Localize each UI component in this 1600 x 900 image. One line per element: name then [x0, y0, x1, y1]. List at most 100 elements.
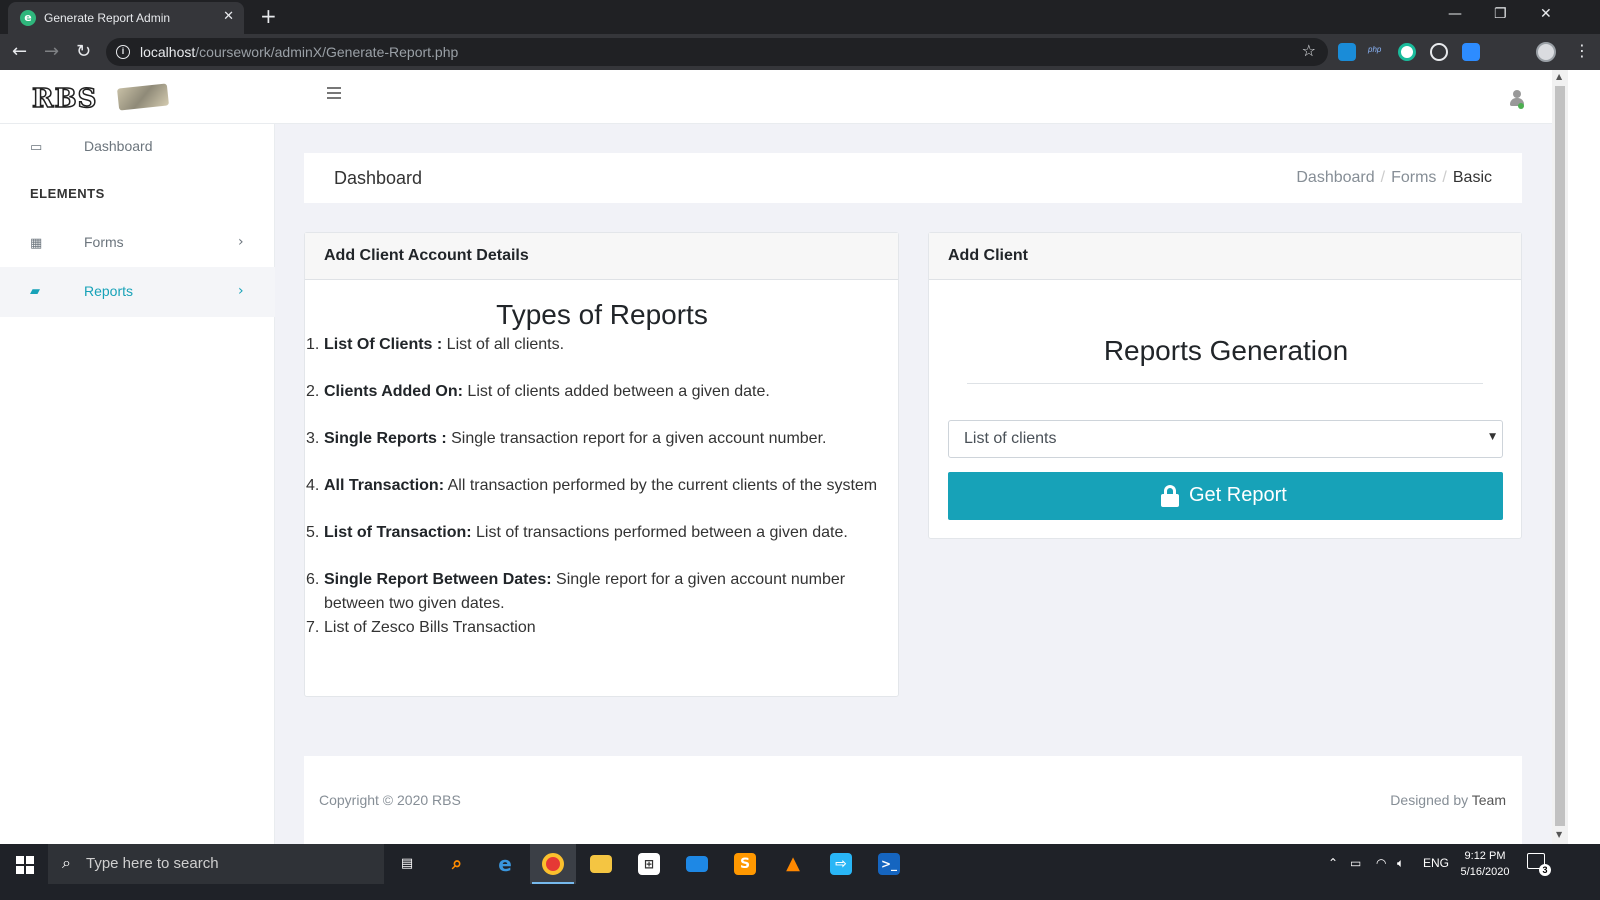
chrome-app-icon[interactable] [530, 844, 576, 884]
sidebar-item-label: Reports [84, 283, 134, 299]
browser-titlebar: e Generate Report Admin ✕ + — ❐ ✕ [0, 0, 1600, 34]
list-item: 1. List Of Clients : List of all clients. [306, 336, 565, 353]
list-item: 6. Single Report Between Dates: Single re… [306, 571, 846, 612]
account-details-card: Add Client Account Details Types of Repo… [304, 232, 899, 697]
card-header-title: Add Client [948, 247, 1028, 264]
grid-icon: ▦ [30, 236, 43, 251]
user-profile-icon[interactable] [1510, 90, 1524, 109]
tab-close-icon[interactable]: ✕ [223, 9, 234, 24]
notification-count-badge: 3 [1539, 864, 1551, 876]
hamburger-menu-icon[interactable] [327, 87, 341, 102]
edge-app-icon[interactable]: e [482, 844, 528, 884]
site-info-icon[interactable]: i [116, 45, 130, 59]
reports-generation-heading: Reports Generation [1103, 335, 1349, 366]
sidebar-item-dashboard[interactable]: ▭ Dashboard [0, 124, 275, 172]
browser-toolbar: ← → ↻ i localhost/coursework/adminX/Gene… [0, 34, 1600, 70]
restore-icon[interactable]: ❐ [1494, 6, 1507, 22]
extension-php-icon[interactable]: php [1368, 45, 1381, 54]
taskbar-search-box[interactable]: ⌕ Type here to search [48, 844, 384, 884]
store-app-icon[interactable]: ⊞ [626, 844, 672, 884]
url-text: localhost/coursework/adminX/Generate-Rep… [140, 44, 458, 60]
scroll-up-arrow-icon[interactable]: ▲ [1556, 72, 1562, 81]
language-indicator[interactable]: ENG [1423, 856, 1449, 870]
url-host: localhost [140, 44, 196, 60]
address-bar[interactable]: i localhost/coursework/adminX/Generate-R… [106, 38, 1328, 66]
breadcrumb-link-forms[interactable]: Forms [1391, 169, 1436, 186]
get-report-button[interactable]: Get Report [948, 472, 1503, 520]
extension-zoom-icon[interactable] [1462, 43, 1480, 61]
battery-icon[interactable]: ▭ [1350, 856, 1361, 870]
profile-avatar[interactable] [1536, 42, 1556, 62]
scrollbar-thumb[interactable] [1555, 86, 1565, 826]
types-of-reports-heading: Types of Reports [496, 299, 708, 330]
task-view-icon[interactable]: ▤ [384, 844, 430, 884]
page-scrollbar[interactable]: ▲ ▼ [1552, 70, 1568, 844]
breadcrumb-current: Basic [1452, 169, 1492, 186]
report-types-list: 1. List Of Clients : List of all clients.… [306, 333, 886, 640]
reload-icon[interactable]: ↻ [76, 41, 91, 62]
windows-start-icon[interactable] [16, 856, 34, 874]
search-everything-app-icon[interactable]: ⌕ [434, 844, 480, 884]
new-tab-plus-icon[interactable]: + [260, 4, 277, 28]
chevron-right-icon: › [238, 283, 244, 299]
bookmark-star-icon[interactable]: ☆ [1302, 41, 1316, 60]
browser-tab[interactable]: e Generate Report Admin ✕ [8, 2, 244, 34]
volume-icon[interactable]: 🔈︎ [1397, 856, 1404, 871]
card-header-title: Add Client Account Details [324, 247, 529, 264]
back-arrow-icon[interactable]: ← [12, 41, 27, 62]
app-header: RBS [0, 70, 1568, 124]
taskbar-clock[interactable]: 9:12 PM 5/16/2020 [1452, 848, 1518, 880]
breadcrumb-link-dashboard[interactable]: Dashboard [1296, 169, 1374, 186]
laptop-icon: ▭ [30, 140, 43, 155]
sidebar-section-heading: ELEMENTS [30, 186, 105, 201]
card-header: Add Client [929, 233, 1521, 280]
sublime-text-app-icon[interactable]: S [722, 844, 768, 884]
report-type-select[interactable]: List of clients ▼ [948, 420, 1503, 458]
search-icon: ⌕ [62, 853, 71, 872]
copyright-text: Copyright © 2020 RBS [319, 792, 461, 808]
clock-time: 9:12 PM [1464, 850, 1506, 862]
chevron-right-icon: › [238, 234, 244, 250]
tray-chevron-icon[interactable]: ⌃ [1328, 856, 1338, 870]
windows-taskbar: ⌕ Type here to search ▤ ⌕ e ⊞ S ▲ ⇨ >_ ⌃… [0, 844, 1600, 900]
sidebar-item-reports[interactable]: ▰ Reports › [0, 267, 275, 317]
forward-arrow-icon[interactable]: → [44, 41, 59, 62]
mail-app-icon[interactable] [674, 844, 720, 884]
rbs-logo[interactable]: RBS [31, 83, 97, 115]
file-explorer-app-icon[interactable] [578, 844, 624, 884]
list-item: 2. Clients Added On: List of clients adde… [306, 383, 770, 400]
close-window-icon[interactable]: ✕ [1540, 6, 1552, 22]
sidebar-item-label: Dashboard [84, 138, 153, 154]
taskbar-search-placeholder: Type here to search [86, 855, 219, 872]
sidebar-item-label: Forms [84, 234, 124, 250]
lock-icon [1161, 485, 1179, 507]
get-report-label: Get Report [1189, 484, 1287, 506]
remote-app-icon[interactable]: ⇨ [818, 844, 864, 884]
card-header: Add Client Account Details [305, 233, 898, 280]
extension-cast-icon[interactable] [1338, 43, 1356, 61]
list-item: 3. Single Reports : Single transaction re… [306, 430, 827, 447]
logo-money-image [116, 83, 170, 111]
online-status-dot [1518, 103, 1524, 109]
tab-title: Generate Report Admin [44, 11, 171, 25]
designed-by-text: Designed by Team [1390, 792, 1506, 808]
wifi-icon[interactable]: ◠ [1376, 856, 1386, 870]
extension-react-icon[interactable] [1430, 43, 1448, 61]
designed-by-link[interactable]: Team [1472, 792, 1506, 808]
breadcrumb-bar: Dashboard Dashboard / Forms / Basic [304, 153, 1522, 203]
list-item: 4. All Transaction: All transaction perfo… [306, 477, 878, 494]
book-icon: ▰ [30, 284, 40, 299]
minimize-icon[interactable]: — [1448, 6, 1462, 22]
sidebar: ▭ Dashboard ELEMENTS ▦ Forms › ▰ Reports… [0, 124, 275, 844]
sidebar-item-forms[interactable]: ▦ Forms › [0, 220, 275, 268]
page-title: Dashboard [334, 168, 423, 188]
scroll-down-arrow-icon[interactable]: ▼ [1556, 830, 1562, 839]
list-item: 7. List of Zesco Bills Transaction [306, 619, 536, 636]
browser-menu-icon[interactable]: ⋮ [1574, 41, 1590, 60]
dropdown-arrow-icon: ▼ [1489, 432, 1496, 442]
extension-check-icon[interactable] [1398, 43, 1416, 61]
edge-favicon-icon: e [20, 10, 36, 26]
vlc-app-icon[interactable]: ▲ [770, 844, 816, 884]
powershell-app-icon[interactable]: >_ [866, 844, 912, 884]
clock-date: 5/16/2020 [1460, 866, 1510, 878]
